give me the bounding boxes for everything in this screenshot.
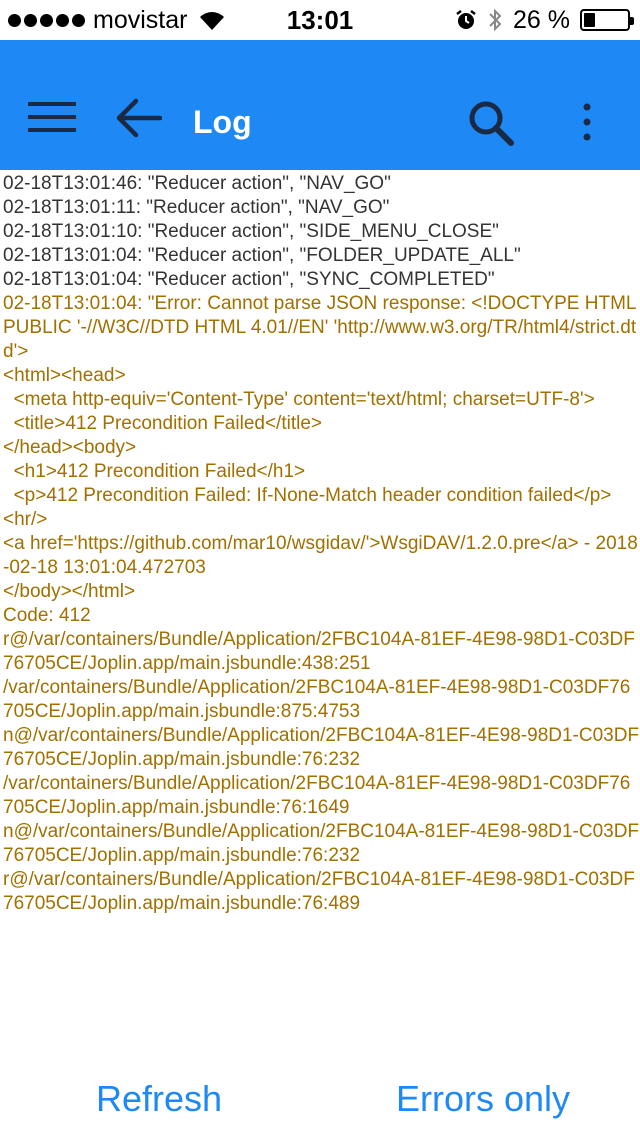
log-entry-error: 02-18T13:01:04: "Error: Cannot parse JSO…: [3, 293, 640, 914]
log-list[interactable]: 02-18T13:01:46: "Reducer action", "NAV_G…: [0, 172, 640, 1060]
more-vertical-icon[interactable]: [578, 102, 596, 142]
search-icon[interactable]: [466, 98, 516, 148]
menu-icon[interactable]: [28, 100, 76, 134]
battery-level-fill: [584, 13, 595, 27]
log-entry: 02-18T13:01:46: "Reducer action", "NAV_G…: [3, 173, 391, 194]
carrier-name: movistar: [93, 6, 188, 34]
log-entry: 02-18T13:01:04: "Reducer action", "SYNC_…: [3, 269, 495, 290]
log-entry: 02-18T13:01:10: "Reducer action", "SIDE_…: [3, 221, 499, 242]
alarm-icon: [456, 10, 476, 29]
status-bar: movistar 13:01 26 %: [0, 0, 640, 40]
log-entry: 02-18T13:01:04: "Reducer action", "FOLDE…: [3, 245, 521, 266]
status-right: 26 %: [455, 0, 634, 40]
battery-percent: 26 %: [513, 6, 570, 34]
errors-only-button[interactable]: Errors only: [396, 1078, 570, 1120]
bluetooth-icon: [489, 8, 502, 32]
back-arrow-icon[interactable]: [116, 98, 162, 138]
app-bar: Log: [0, 40, 640, 170]
page-title: Log: [193, 104, 252, 140]
wifi-icon: [200, 12, 225, 30]
bottom-bar: Refresh Errors only: [0, 1062, 640, 1136]
signal-strength-icon: [8, 13, 85, 27]
status-left: movistar: [8, 0, 227, 40]
refresh-button[interactable]: Refresh: [96, 1078, 222, 1120]
log-entry: 02-18T13:01:11: "Reducer action", "NAV_G…: [3, 197, 390, 218]
battery-icon: [580, 9, 634, 31]
